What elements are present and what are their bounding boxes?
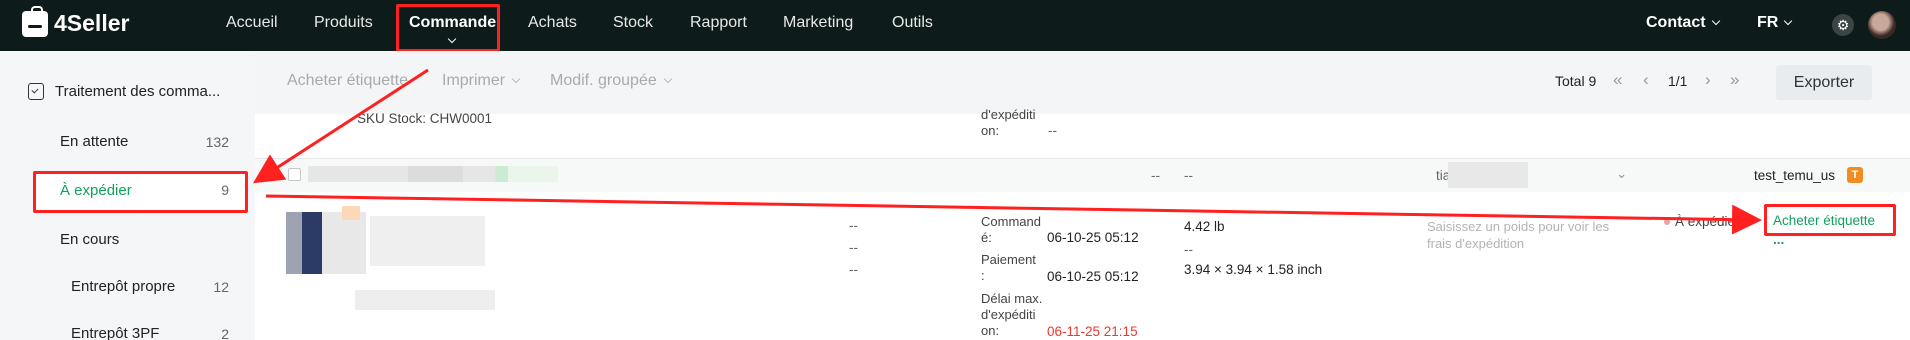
arrow-to-buy-label [265,194,1762,235]
annotation-arrows [252,68,1762,235]
arrow-to-sidebar [252,68,429,184]
